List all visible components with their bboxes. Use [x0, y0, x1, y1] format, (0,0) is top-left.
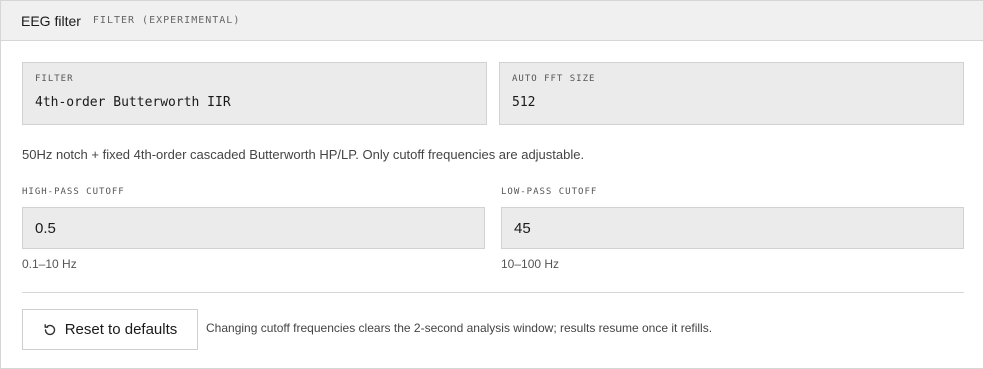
fft-size-value: 512: [512, 95, 536, 110]
panel-header: EEG filter FILTER (EXPERIMENTAL): [1, 1, 983, 41]
reset-defaults-button[interactable]: Reset to defaults: [22, 309, 198, 350]
filter-type-display: FILTER 4th-order Butterworth IIR: [22, 62, 487, 125]
eeg-filter-panel: EEG filter FILTER (EXPERIMENTAL) FILTER …: [0, 0, 984, 369]
filter-type-label: FILTER: [35, 74, 74, 84]
footer-note: Changing cutoff frequencies clears the 2…: [206, 321, 713, 335]
divider: [22, 292, 964, 293]
lowpass-range-hint: 10–100 Hz: [501, 257, 560, 271]
filter-description: 50Hz notch + fixed 4th-order cascaded Bu…: [22, 147, 585, 162]
highpass-cutoff-label: HIGH-PASS CUTOFF: [22, 187, 125, 197]
lowpass-cutoff-input[interactable]: [501, 207, 964, 249]
panel-subtitle: FILTER (EXPERIMENTAL): [92, 15, 241, 26]
rotate-ccw-icon: [43, 323, 57, 337]
reset-button-label: Reset to defaults: [64, 321, 178, 338]
highpass-cutoff-input[interactable]: [22, 207, 485, 249]
fft-size-label: AUTO FFT SIZE: [512, 74, 596, 84]
filter-type-value: 4th-order Butterworth IIR: [35, 95, 231, 110]
panel-title: EEG filter: [21, 12, 81, 29]
lowpass-cutoff-label: LOW-PASS CUTOFF: [501, 187, 598, 197]
highpass-range-hint: 0.1–10 Hz: [22, 257, 77, 271]
fft-size-display: AUTO FFT SIZE 512: [499, 62, 964, 125]
